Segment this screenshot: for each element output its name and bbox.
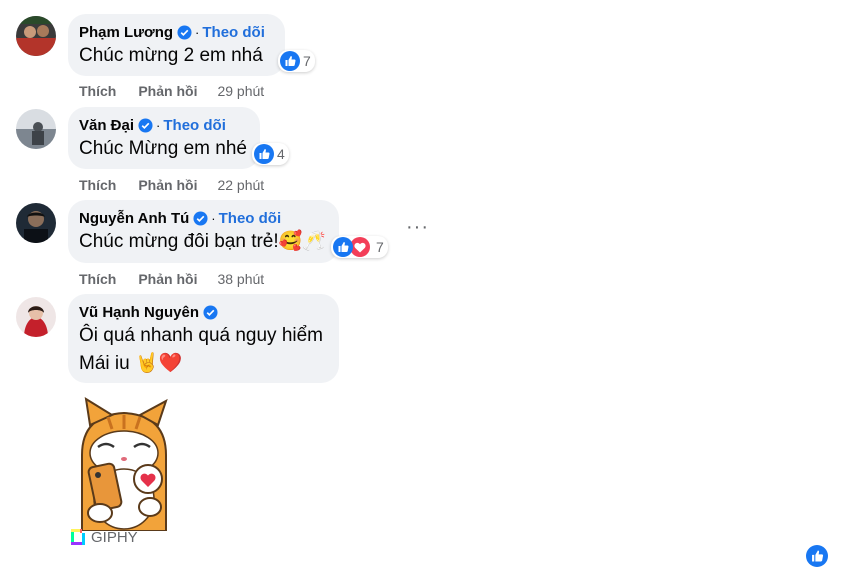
giphy-attribution[interactable]: GIPHY	[68, 527, 138, 547]
avatar-image	[16, 109, 56, 149]
reaction-count: 7	[303, 53, 311, 69]
verified-badge-icon	[138, 117, 153, 133]
avatar[interactable]	[16, 16, 56, 56]
reply-link[interactable]: Phản hồi	[138, 271, 197, 287]
avatar[interactable]	[16, 109, 56, 149]
comment-text: Chúc Mừng em nhé	[79, 138, 247, 159]
verified-badge-icon	[193, 210, 208, 226]
reaction-summary[interactable]: 7	[331, 236, 388, 258]
follow-button[interactable]: Theo dõi	[202, 24, 265, 41]
like-link[interactable]: Thích	[79, 177, 116, 193]
timestamp[interactable]: 22 phút	[217, 177, 264, 193]
commenter-name[interactable]: Phạm Lương	[79, 24, 173, 41]
separator-dot: ·	[156, 117, 161, 133]
comment-text-line-1: Ôi quá nhanh quá nguy hiểm	[79, 325, 324, 346]
comment-actions: Thích Phản hồi 38 phút	[79, 271, 264, 287]
comment-bubble: Nguyễn Anh Tú · Theo dõi Chúc mừng đôi b…	[68, 200, 339, 263]
comment-actions: Thích Phản hồi 22 phút	[79, 177, 264, 193]
comment-text: Chúc mừng 2 em nhá	[79, 45, 263, 66]
giphy-sticker-image[interactable]	[68, 395, 180, 532]
separator-dot: ·	[195, 24, 200, 40]
thumbs-up-icon	[333, 237, 353, 257]
heart-icon	[350, 237, 370, 257]
separator-dot: ·	[211, 210, 216, 226]
more-options-icon[interactable]: ···	[406, 217, 429, 237]
giphy-label: GIPHY	[91, 528, 138, 546]
avatar-image	[16, 16, 56, 56]
thumbs-up-icon	[280, 51, 300, 71]
giphy-logo-icon	[71, 529, 85, 545]
reaction-count: 7	[376, 239, 384, 255]
comment-text-line-2: Mái iu 🤘❤️	[79, 353, 183, 374]
verified-badge-icon	[177, 24, 192, 40]
reply-link[interactable]: Phản hồi	[138, 177, 197, 193]
commenter-name[interactable]: Nguyễn Anh Tú	[79, 210, 189, 227]
avatar-image	[16, 297, 56, 337]
avatar[interactable]	[16, 203, 56, 243]
commenter-name[interactable]: Vũ Hạnh Nguyên	[79, 304, 199, 321]
comment-bubble: Văn Đại · Theo dõi Chúc Mừng em nhé	[68, 107, 260, 169]
reaction-summary[interactable]: 4	[252, 143, 289, 165]
timestamp[interactable]: 29 phút	[217, 83, 264, 99]
comment-bubble: Vũ Hạnh Nguyên Ôi quá nhanh quá nguy hiể…	[68, 294, 339, 383]
comment-actions: Thích Phản hồi 29 phút	[79, 83, 264, 99]
reply-link[interactable]: Phản hồi	[138, 83, 197, 99]
comment-bubble: Phạm Lương · Theo dõi Chúc mừng 2 em nhá	[68, 14, 285, 76]
comment-text: Chúc mừng đôi bạn trẻ!🥰🥂	[79, 231, 326, 252]
avatar-image	[16, 203, 56, 243]
verified-badge-icon	[203, 304, 218, 320]
reaction-count: 4	[277, 146, 285, 162]
commenter-name[interactable]: Văn Đại	[79, 117, 134, 134]
thumbs-up-icon[interactable]	[806, 545, 828, 567]
follow-button[interactable]: Theo dõi	[163, 117, 226, 134]
reaction-summary[interactable]: 7	[278, 50, 315, 72]
avatar[interactable]	[16, 297, 56, 337]
thumbs-up-icon	[254, 144, 274, 164]
follow-button[interactable]: Theo dõi	[219, 210, 282, 227]
like-link[interactable]: Thích	[79, 83, 116, 99]
timestamp[interactable]: 38 phút	[217, 271, 264, 287]
like-link[interactable]: Thích	[79, 271, 116, 287]
